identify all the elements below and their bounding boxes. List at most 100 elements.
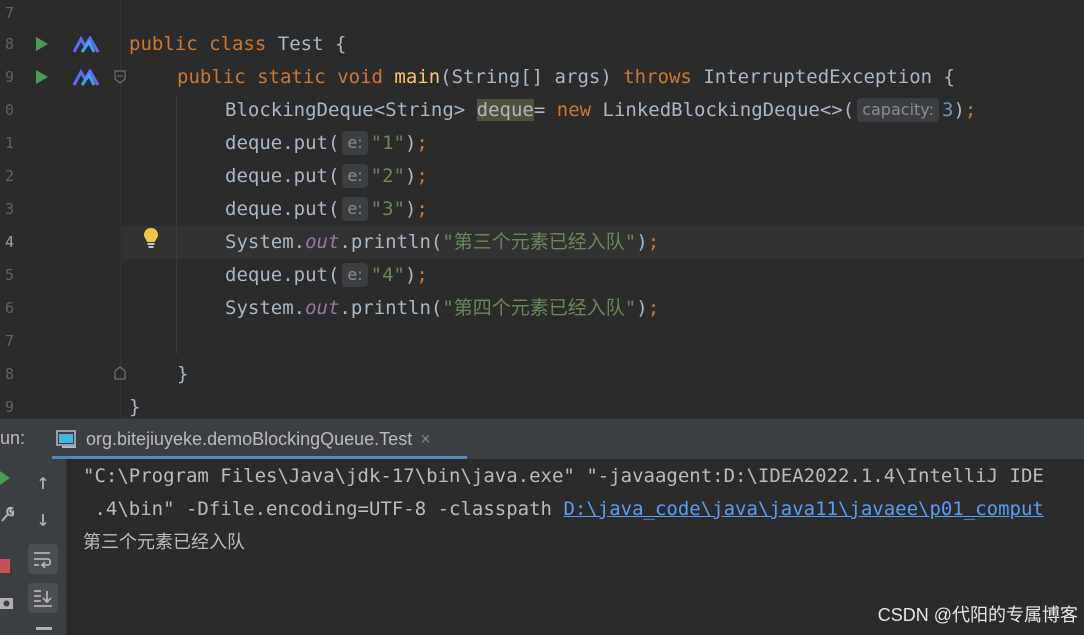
code-line-14[interactable]: System.out.println("第三个元素已经入队"); [225, 226, 659, 259]
type: BlockingDeque<String> [225, 99, 477, 121]
classpath-link[interactable]: D:\java_code\java\java11\javaee\p01_comp… [563, 498, 1043, 520]
param-hint: capacity: [857, 98, 939, 122]
string: "3" [370, 198, 405, 220]
call: deque.put( [225, 165, 340, 187]
keyword: throws [623, 66, 692, 88]
line-number: 7 [4, 4, 14, 22]
code-line-16[interactable]: System.out.println("第四个元素已经入队"); [225, 292, 659, 325]
left-tool-strip [0, 459, 20, 635]
up-arrow-icon[interactable]: ↑ [28, 467, 58, 497]
code-editor[interactable]: 7 8 9 0 1 2 3 4 5 6 7 8 9 public class T… [0, 0, 1084, 418]
fold-icon[interactable] [114, 70, 126, 84]
console-icon [56, 430, 76, 448]
run-class-icon[interactable] [36, 37, 48, 51]
paren: ) [404, 132, 417, 154]
code-line-9[interactable]: public static void main(String[] args) t… [177, 61, 955, 94]
code-line-12[interactable]: deque.put(e: "2"); [225, 160, 428, 193]
field: out [305, 231, 340, 253]
code-with-me-icon[interactable] [72, 36, 100, 54]
constructor: LinkedBlockingDeque<>( [591, 99, 855, 121]
call: deque.put( [225, 198, 340, 220]
scroll-to-end-icon[interactable] [28, 583, 58, 613]
line-number: 3 [4, 200, 14, 218]
keyword: static [257, 66, 326, 88]
method-name: main [394, 66, 441, 88]
lightbulb-icon[interactable] [142, 227, 160, 249]
semicolon: ; [416, 132, 428, 154]
param-hint: e: [342, 197, 368, 221]
code-line-10[interactable]: BlockingDeque<String> deque= new LinkedB… [225, 94, 976, 127]
keyword: new [556, 99, 592, 121]
run-label: un: [0, 428, 26, 448]
fold-end-icon[interactable] [114, 366, 126, 380]
code-with-me-icon[interactable] [72, 69, 100, 87]
paren: ) [404, 264, 417, 286]
code-line-15[interactable]: deque.put(e: "4"); [225, 259, 428, 292]
paren: ) [404, 198, 417, 220]
param-hint: e: [342, 263, 368, 287]
exception-type: InterruptedException [703, 66, 933, 88]
call: deque.put( [225, 132, 340, 154]
keyword: public [177, 66, 246, 88]
rerun-icon[interactable] [0, 469, 14, 487]
watermark: CSDN @代阳的专属博客 [877, 605, 1078, 625]
string: "2" [370, 165, 405, 187]
console-line: .4\bin" -Dfile.encoding=UTF-8 -classpath… [83, 493, 1043, 526]
string: "第四个元素已经入队" [442, 297, 637, 319]
class-name: Test [277, 33, 324, 55]
console-text: .4\bin" -Dfile.encoding=UTF-8 -classpath [83, 498, 564, 520]
run-tab[interactable]: org.bitejiuyeke.demoBlockingQueue.Test × [56, 419, 431, 459]
run-main-icon[interactable] [36, 70, 48, 84]
code-line-8[interactable]: public class Test { [129, 28, 346, 61]
call: deque.put( [225, 264, 340, 286]
semicolon: ; [416, 198, 428, 220]
down-arrow-icon[interactable]: ↓ [28, 504, 58, 534]
println: .println( [339, 231, 443, 253]
code-line-11[interactable]: deque.put(e: "1"); [225, 127, 428, 160]
camera-icon[interactable] [0, 595, 14, 611]
console-toolbar: ↑ ↓ [20, 459, 67, 635]
string: "第三个元素已经入队" [442, 231, 637, 253]
param-hint: e: [342, 164, 368, 188]
line-number: 4 [4, 233, 14, 251]
brace: } [177, 363, 189, 385]
line-number: 9 [4, 398, 14, 416]
wrench-icon[interactable] [0, 505, 14, 523]
keyword: void [337, 66, 383, 88]
brace: { [943, 66, 955, 88]
stop-icon[interactable] [0, 559, 10, 573]
params: (String[] args) [440, 66, 612, 88]
gutter-separator [120, 0, 121, 418]
close-icon[interactable]: × [420, 429, 431, 450]
semicolon: ; [964, 99, 977, 121]
system: System. [225, 231, 306, 253]
code-line-18[interactable]: } [177, 358, 188, 391]
print-icon[interactable] [36, 627, 52, 630]
run-panel-header: un: org.bitejiuyeke.demoBlockingQueue.Te… [0, 418, 1084, 460]
paren: ) [404, 165, 417, 187]
assign: = [533, 99, 557, 121]
string: "4" [370, 264, 405, 286]
paren: ) [636, 231, 648, 253]
line-number: 1 [4, 134, 14, 152]
semicolon: ; [416, 264, 428, 286]
code-line-19[interactable]: } [129, 391, 140, 418]
keyword: class [209, 33, 267, 55]
code-line-13[interactable]: deque.put(e: "3"); [225, 193, 428, 226]
line-number: 6 [4, 299, 14, 317]
line-number: 0 [4, 101, 14, 119]
system: System. [225, 297, 306, 319]
paren: ) [953, 99, 965, 121]
soft-wrap-icon[interactable] [28, 544, 58, 574]
line-number: 5 [4, 266, 14, 284]
indent-guide [176, 96, 177, 354]
println: .println( [339, 297, 443, 319]
line-number: 2 [4, 167, 14, 185]
param-hint: e: [342, 131, 368, 155]
semicolon: ; [647, 231, 660, 253]
line-number: 9 [4, 68, 14, 86]
string: "1" [370, 132, 405, 154]
semicolon: ; [416, 165, 428, 187]
console-line: "C:\Program Files\Java\jdk-17\bin\java.e… [83, 465, 1044, 487]
keyword: public [129, 33, 198, 55]
